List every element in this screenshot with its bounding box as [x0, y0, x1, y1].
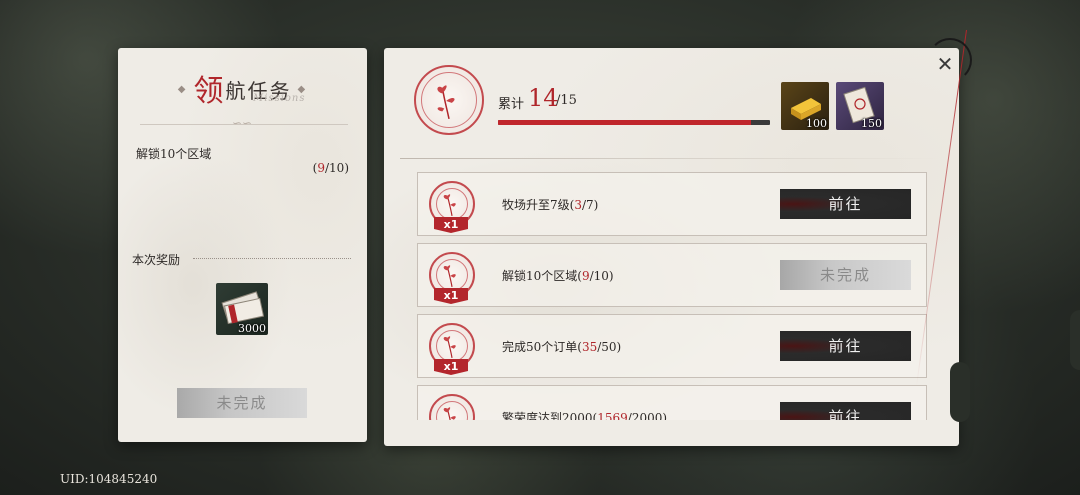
task-description: 繁荣度达到2000(1569/2000)	[502, 411, 668, 420]
current-task-text: 解锁10个区域	[136, 147, 212, 161]
task-description: 牧场升至7级(3/7)	[502, 198, 599, 212]
milestone-reward-gold[interactable]: 100	[781, 82, 829, 130]
accumulate-progress-bar	[498, 120, 770, 125]
go-button[interactable]: 前往	[780, 402, 911, 420]
reward-item[interactable]: 3000	[216, 283, 268, 335]
accumulate-current: 14	[528, 84, 559, 112]
incomplete-status-button: 未完成	[177, 388, 307, 418]
user-id: UID:104845240	[60, 472, 158, 486]
go-button[interactable]: 前往	[780, 331, 911, 361]
diamond-icon: ◆	[177, 84, 188, 95]
panel-subtitle: Missions	[253, 93, 306, 104]
quantity-badge: x1	[434, 217, 468, 233]
go-button[interactable]: 前往	[780, 189, 911, 219]
quantity-badge: x1	[434, 359, 468, 375]
reward-quantity: 100	[806, 117, 827, 130]
ornament-icon: ∽∽	[231, 116, 253, 130]
task-list-panel: 累计 14 /15 100 150 x1 牧场升至7级(3/7) 前往 x1 解…	[384, 48, 959, 446]
task-row: x1 完成50个订单(35/50) 前往	[417, 314, 927, 378]
reward-label: 本次奖励	[132, 253, 181, 267]
task-row: x1 繁荣度达到2000(1569/2000) 前往	[417, 385, 927, 420]
progress-fill	[498, 120, 751, 125]
close-icon[interactable]: ✕	[933, 52, 957, 76]
milestone-reward-ticket[interactable]: 150	[836, 82, 884, 130]
missions-panel: ◆ 领航任务 ◆ Missions ∽∽ 解锁10个区域 (9/10) 本次奖励 3…	[118, 48, 367, 442]
task-seal-icon	[429, 394, 475, 420]
panel-notch	[950, 362, 970, 422]
reward-quantity: 3000	[238, 322, 266, 335]
panel-title: ◆ 领航任务 ◆	[177, 74, 308, 109]
incomplete-button: 未完成	[780, 260, 911, 290]
task-row: x1 解锁10个区域(9/10) 未完成	[417, 243, 927, 307]
reward-quantity: 150	[861, 117, 882, 130]
task-list[interactable]: x1 牧场升至7级(3/7) 前往 x1 解锁10个区域(9/10) 未完成 x…	[417, 172, 927, 420]
cecilia-seal-icon	[414, 65, 484, 135]
task-description: 完成50个订单(35/50)	[502, 340, 622, 354]
current-task-progress: (9/10)	[312, 161, 349, 175]
accumulate-total: /15	[556, 93, 577, 108]
panel-notch	[1070, 310, 1080, 370]
task-row: x1 牧场升至7级(3/7) 前往	[417, 172, 927, 236]
task-description: 解锁10个区域(9/10)	[502, 269, 614, 283]
dotted-divider	[193, 258, 351, 259]
accumulate-label: 累计	[498, 97, 525, 112]
divider	[400, 158, 940, 159]
quantity-badge: x1	[434, 288, 468, 304]
